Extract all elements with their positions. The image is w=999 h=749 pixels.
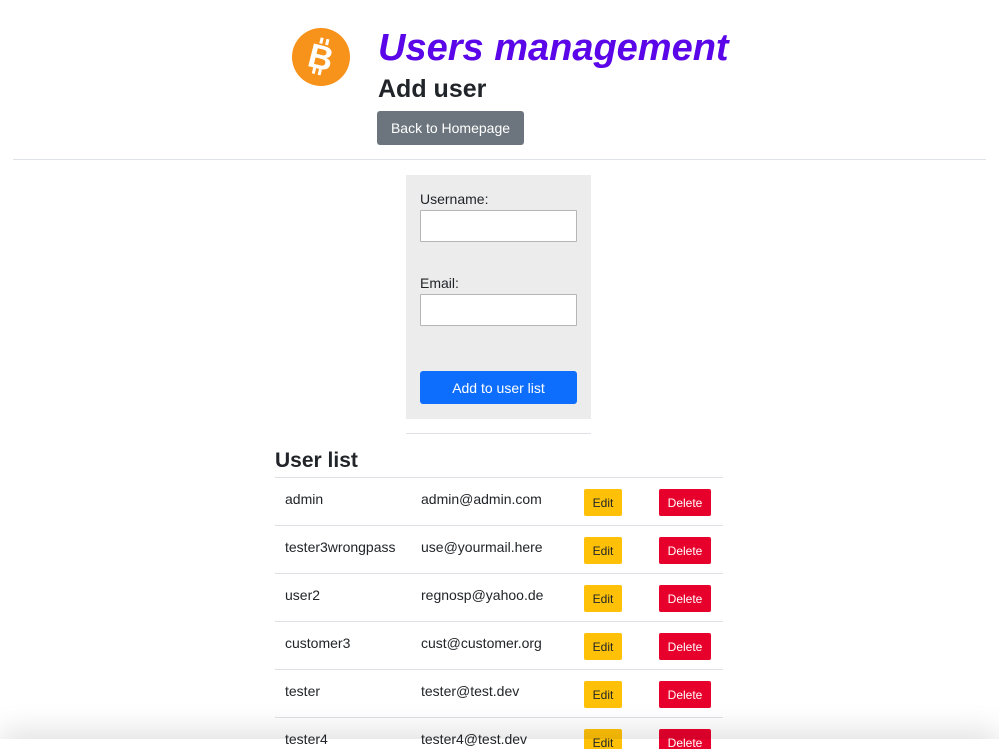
users-management-page: B Users management Add user Back to Home… [0,0,999,749]
username-cell: user2 [285,587,321,603]
page-subtitle: Add user [378,75,487,103]
table-row: tester tester@test.dev Edit Delete [275,670,723,718]
user-table: admin admin@admin.com Edit Delete tester… [275,477,723,749]
page-title: Users management [378,27,729,69]
delete-button[interactable]: Delete [659,681,711,708]
email-input[interactable] [420,294,577,326]
table-row: customer3 cust@customer.org Edit Delete [275,622,723,670]
username-input[interactable] [420,210,577,242]
edit-button[interactable]: Edit [584,585,622,612]
edit-button[interactable]: Edit [584,633,622,660]
delete-button[interactable]: Delete [659,729,711,749]
edit-button[interactable]: Edit [584,537,622,564]
email-cell: admin@admin.com [421,491,542,507]
table-row: tester4 tester4@test.dev Edit Delete [275,718,723,749]
delete-button[interactable]: Delete [659,633,711,660]
delete-button[interactable]: Delete [659,585,711,612]
email-cell: tester4@test.dev [421,731,528,747]
username-cell: admin [285,491,324,507]
header-divider [13,159,986,160]
username-cell: tester4 [285,731,328,747]
edit-button[interactable]: Edit [584,489,622,516]
delete-button[interactable]: Delete [659,489,711,516]
email-label: Email: [420,275,459,291]
table-row: admin admin@admin.com Edit Delete [275,478,723,526]
username-cell: tester [285,683,321,699]
add-user-form: Username: Email: Add to user list [406,175,591,419]
email-cell: cust@customer.org [421,635,542,651]
back-to-homepage-button[interactable]: Back to Homepage [377,111,524,145]
edit-button[interactable]: Edit [584,681,622,708]
username-label: Username: [420,191,489,207]
user-list-title: User list [275,449,358,472]
bitcoin-icon: B [292,28,350,86]
add-to-user-list-button[interactable]: Add to user list [420,371,577,404]
table-row: tester3wrongpass use@yourmail.here Edit … [275,526,723,574]
table-row: user2 regnosp@yahoo.de Edit Delete [275,574,723,622]
username-cell: customer3 [285,635,351,651]
form-divider [406,433,591,434]
email-cell: use@yourmail.here [421,539,543,555]
edit-button[interactable]: Edit [584,729,622,749]
username-cell: tester3wrongpass [285,539,396,555]
delete-button[interactable]: Delete [659,537,711,564]
email-cell: tester@test.dev [421,683,520,699]
email-cell: regnosp@yahoo.de [421,587,544,603]
